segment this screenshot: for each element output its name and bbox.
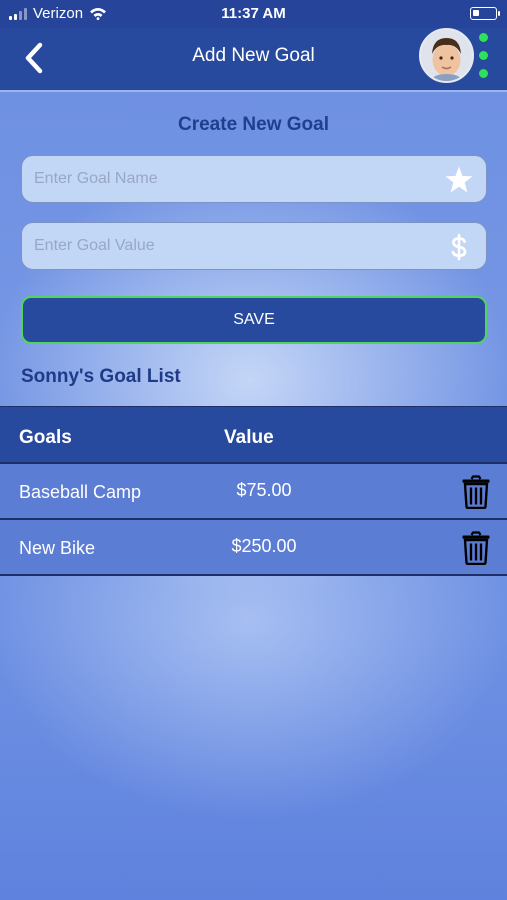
- star-icon: [445, 166, 473, 193]
- status-time: 11:37 AM: [221, 5, 286, 22]
- goal-name-input[interactable]: [34, 156, 434, 202]
- goal-value: $75.00: [236, 480, 292, 500]
- goal-list-title: Sonny's Goal List: [21, 366, 181, 387]
- menu-dots-icon[interactable]: [479, 33, 488, 78]
- app-header: Add New Goal: [0, 28, 507, 92]
- goal-name-field: [21, 155, 487, 203]
- table-row: New Bike $250.00: [0, 520, 507, 576]
- form-title: Create New Goal: [178, 114, 329, 135]
- status-bar: Verizon 11:37 AM: [0, 0, 507, 28]
- trash-icon[interactable]: [461, 531, 491, 565]
- table-row: Baseball Camp $75.00: [0, 464, 507, 520]
- save-button[interactable]: SAVE: [21, 296, 487, 344]
- table-header: Goals Value: [0, 406, 507, 464]
- goal-name: New Bike: [19, 538, 96, 558]
- column-header-goals: Goals: [19, 427, 72, 448]
- trash-icon[interactable]: [461, 475, 491, 509]
- goal-value-field: [21, 222, 487, 270]
- goal-value: $250.00: [231, 536, 297, 556]
- column-header-value: Value: [224, 427, 274, 448]
- avatar[interactable]: [419, 28, 474, 83]
- goal-name: Baseball Camp: [19, 482, 142, 502]
- goal-value-input[interactable]: [34, 223, 434, 269]
- battery-icon: [470, 7, 500, 20]
- dollar-icon: [451, 233, 467, 261]
